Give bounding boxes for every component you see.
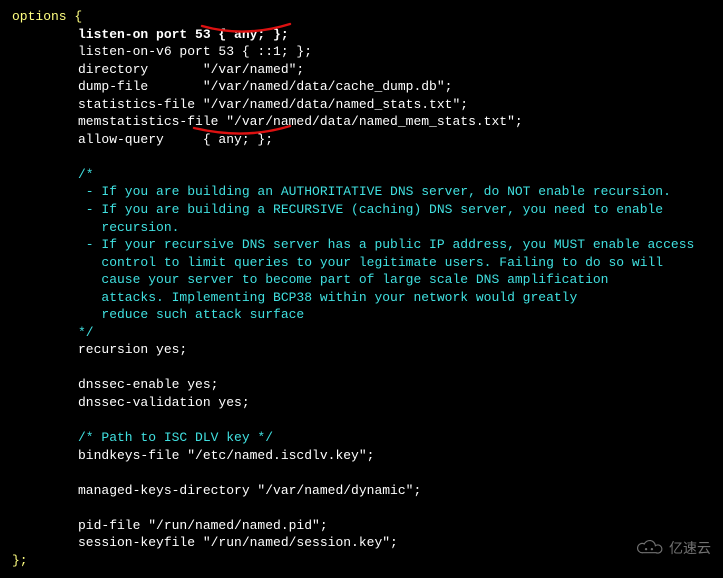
comment-l3: recursion. [12,219,711,237]
cfg-recursion: recursion yes; [12,341,711,359]
cfg-listen-on-c: }; [265,27,288,42]
comment-l5: control to limit queries to your legitim… [12,254,711,272]
cloud-icon [635,539,663,557]
cfg-listen-on-v6: listen-on-v6 port 53 { ::1; }; [12,43,711,61]
cfg-dnssec-enable: dnssec-enable yes; [12,376,711,394]
cfg-statistics: statistics-file "/var/named/data/named_s… [12,96,711,114]
cfg-directory: directory "/var/named"; [12,61,711,79]
cfg-managed-keys: managed-keys-directory "/var/named/dynam… [12,482,711,500]
cfg-allow-query: allow-query { any; }; [12,131,711,149]
watermark-text: 亿速云 [669,539,711,558]
closing-brace: }; [12,552,711,570]
comment-close: */ [12,324,711,342]
comment-l8: reduce such attack surface [12,306,711,324]
comment-open: /* [12,166,711,184]
cfg-memstats: memstatistics-file "/var/named/data/name… [12,113,711,131]
cfg-listen-on-a: listen-on port 53 { [78,27,234,42]
cfg-session-keyfile: session-keyfile "/run/named/session.key"… [12,534,711,552]
keyword-options: options { [12,9,82,24]
comment-l6: cause your server to become part of larg… [12,271,711,289]
comment-l2: - If you are building a RECURSIVE (cachi… [12,201,711,219]
cfg-dump-file: dump-file "/var/named/data/cache_dump.db… [12,78,711,96]
comment-dlv: /* Path to ISC DLV key */ [12,429,711,447]
comment-l1: - If you are building an AUTHORITATIVE D… [12,183,711,201]
cfg-dnssec-validation: dnssec-validation yes; [12,394,711,412]
comment-l7: attacks. Implementing BCP38 within your … [12,289,711,307]
cfg-bindkeys: bindkeys-file "/etc/named.iscdlv.key"; [12,447,711,465]
watermark: 亿速云 [635,539,711,558]
cfg-listen-on-any: any; [234,27,265,42]
comment-l4: - If your recursive DNS server has a pub… [12,236,711,254]
